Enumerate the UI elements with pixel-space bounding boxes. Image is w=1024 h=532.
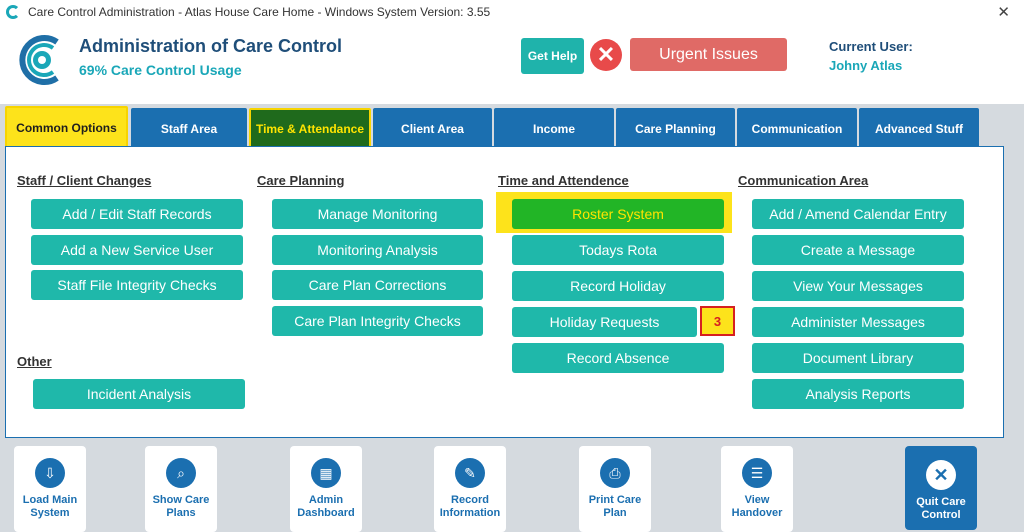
current-user-label: Current User: <box>829 39 913 54</box>
error-close-icon[interactable]: ✕ <box>590 39 622 71</box>
section-title-time: Time and Attendence <box>498 173 629 188</box>
urgent-issues-button[interactable]: Urgent Issues <box>630 38 787 71</box>
record-information-tile[interactable]: ✎ Record Information <box>434 446 506 532</box>
care-plan-corrections-button[interactable]: Care Plan Corrections <box>272 270 483 300</box>
admin-dashboard-tile[interactable]: ▦ Admin Dashboard <box>290 446 362 532</box>
manage-monitoring-button[interactable]: Manage Monitoring <box>272 199 483 229</box>
view-messages-button[interactable]: View Your Messages <box>752 271 964 301</box>
care-control-logo <box>19 35 59 85</box>
holiday-requests-badge: 3 <box>700 306 735 336</box>
tab-staff-area[interactable]: Staff Area <box>131 108 247 150</box>
staff-file-integrity-button[interactable]: Staff File Integrity Checks <box>31 270 243 300</box>
current-user-name: Johny Atlas <box>829 58 903 73</box>
monitoring-analysis-button[interactable]: Monitoring Analysis <box>272 235 483 265</box>
administer-messages-button[interactable]: Administer Messages <box>752 307 964 337</box>
section-title-communication: Communication Area <box>738 173 869 188</box>
section-title-other: Other <box>17 354 52 369</box>
edit-icon: ✎ <box>455 458 485 488</box>
record-absence-button[interactable]: Record Absence <box>512 343 724 373</box>
quit-care-control-tile[interactable]: ✕ Quit Care Control <box>905 446 977 530</box>
tab-time-attendance[interactable]: Time & Attendance <box>249 108 371 150</box>
dashboard-icon: ▦ <box>311 458 341 488</box>
tab-communication[interactable]: Communication <box>737 108 857 150</box>
add-service-user-button[interactable]: Add a New Service User <box>31 235 243 265</box>
window-title: Care Control Administration - Atlas Hous… <box>28 5 491 19</box>
get-help-button[interactable]: Get Help <box>521 38 584 74</box>
load-main-system-tile[interactable]: ⇩ Load Main System <box>14 446 86 532</box>
care-plan-integrity-button[interactable]: Care Plan Integrity Checks <box>272 306 483 336</box>
show-care-plans-tile[interactable]: ⌕ Show Care Plans <box>145 446 217 532</box>
search-doc-icon: ⌕ <box>166 458 196 488</box>
section-title-care-planning: Care Planning <box>257 173 345 188</box>
document-library-button[interactable]: Document Library <box>752 343 964 373</box>
add-edit-staff-button[interactable]: Add / Edit Staff Records <box>31 199 243 229</box>
tab-care-planning[interactable]: Care Planning <box>616 108 735 150</box>
window-titlebar: Care Control Administration - Atlas Hous… <box>0 0 1024 24</box>
record-holiday-button[interactable]: Record Holiday <box>512 271 724 301</box>
holiday-requests-button[interactable]: Holiday Requests <box>512 307 697 337</box>
tab-advanced-stuff[interactable]: Advanced Stuff <box>859 108 979 150</box>
printer-icon: ⎙ <box>600 458 630 488</box>
app-icon <box>6 5 20 19</box>
section-title-staff-client: Staff / Client Changes <box>17 173 152 188</box>
analysis-reports-button[interactable]: Analysis Reports <box>752 379 964 409</box>
bottom-toolbar: ⇩ Load Main System ⌕ Show Care Plans ▦ Adm… <box>0 444 1024 532</box>
incident-analysis-button[interactable]: Incident Analysis <box>33 379 245 409</box>
create-message-button[interactable]: Create a Message <box>752 235 964 265</box>
todays-rota-button[interactable]: Todays Rota <box>512 235 724 265</box>
view-handover-tile[interactable]: ☰ View Handover <box>721 446 793 532</box>
calendar-entry-button[interactable]: Add / Amend Calendar Entry <box>752 199 964 229</box>
list-icon: ☰ <box>742 458 772 488</box>
tab-income[interactable]: Income <box>494 108 614 150</box>
app-title: Administration of Care Control <box>79 36 343 56</box>
usage-text: 69% Care Control Usage <box>79 62 242 78</box>
quit-icon: ✕ <box>926 460 956 490</box>
roster-system-button[interactable]: Roster System <box>512 199 724 229</box>
load-icon: ⇩ <box>35 458 65 488</box>
tab-common-options[interactable]: Common Options <box>5 106 128 150</box>
close-icon[interactable]: ✕ <box>997 3 1010 21</box>
print-care-plan-tile[interactable]: ⎙ Print Care Plan <box>579 446 651 532</box>
header: Administration of Care Control 69% Care … <box>0 24 1024 104</box>
tab-client-area[interactable]: Client Area <box>373 108 492 150</box>
